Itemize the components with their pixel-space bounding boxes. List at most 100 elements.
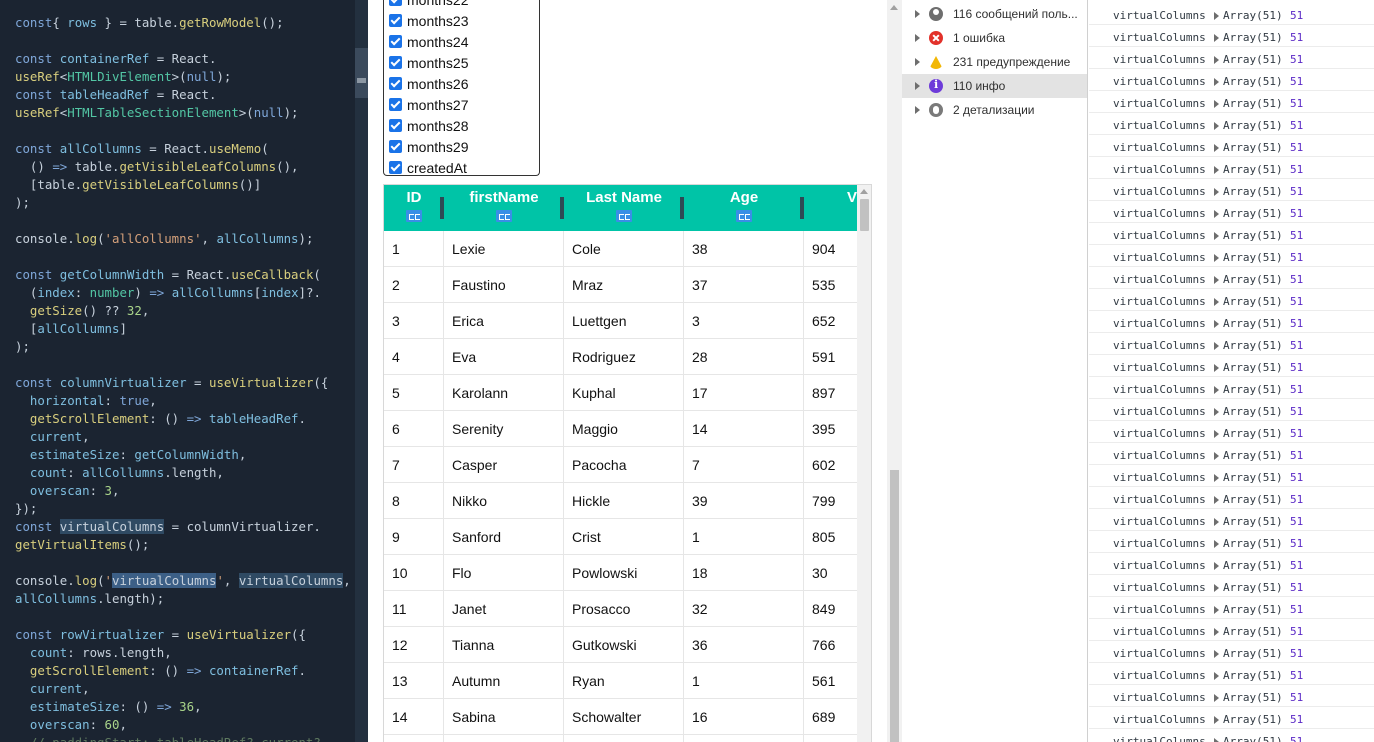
code-editor[interactable]: const{ rows } = table.getRowModel(); cons… [0, 0, 355, 742]
scroll-up-arrow-icon[interactable] [860, 189, 868, 194]
array-preview[interactable]: Array(51) [1223, 75, 1283, 88]
console-message[interactable]: virtualColumns Array(51) 51 [1089, 421, 1374, 443]
expand-arrow-icon[interactable] [915, 10, 920, 18]
expand-arrow-icon[interactable] [1214, 144, 1219, 152]
expand-arrow-icon[interactable] [1214, 518, 1219, 526]
array-preview[interactable]: Array(51) [1223, 691, 1283, 704]
console-message[interactable]: virtualColumns Array(51) 51 [1089, 245, 1374, 267]
array-preview[interactable]: Array(51) [1223, 735, 1283, 742]
code-line[interactable]: getSize() ?? 32, [15, 302, 351, 320]
code-line[interactable]: estimateSize: () => 36, [15, 698, 351, 716]
expand-arrow-icon[interactable] [1214, 122, 1219, 130]
expand-arrow-icon[interactable] [1214, 738, 1219, 742]
code-line[interactable] [15, 554, 351, 572]
expand-arrow-icon[interactable] [1214, 452, 1219, 460]
code-line[interactable]: allCollumns.length); [15, 590, 351, 608]
checkbox[interactable] [389, 98, 402, 111]
expand-arrow-icon[interactable] [1214, 562, 1219, 570]
expand-arrow-icon[interactable] [1214, 100, 1219, 108]
code-line[interactable]: current, [15, 680, 351, 698]
console-message[interactable]: virtualColumns Array(51) 51 [1089, 597, 1374, 619]
column-toggle-months26[interactable]: months26 [389, 73, 468, 94]
editor-scrollbar[interactable] [355, 0, 368, 742]
checkbox[interactable] [389, 0, 402, 6]
array-preview[interactable]: Array(51) [1223, 295, 1283, 308]
code-line[interactable]: getScrollElement: () => tableHeadRef. [15, 410, 351, 428]
expand-arrow-icon[interactable] [1214, 694, 1219, 702]
checkbox[interactable] [389, 119, 402, 132]
console-message[interactable]: virtualColumns Array(51) 51 [1089, 575, 1374, 597]
code-line[interactable]: [table.getVisibleLeafColumns()] [15, 176, 351, 194]
expand-arrow-icon[interactable] [1214, 584, 1219, 592]
expand-arrow-icon[interactable] [1214, 342, 1219, 350]
array-preview[interactable]: Array(51) [1223, 53, 1283, 66]
checkbox[interactable] [389, 14, 402, 27]
array-preview[interactable]: Array(51) [1223, 405, 1283, 418]
sort-icon[interactable] [406, 210, 422, 222]
array-preview[interactable]: Array(51) [1223, 581, 1283, 594]
code-line[interactable]: const containerRef = React. [15, 50, 351, 68]
array-preview[interactable]: Array(51) [1223, 207, 1283, 220]
code-line[interactable]: count: rows.length, [15, 644, 351, 662]
expand-arrow-icon[interactable] [1214, 188, 1219, 196]
console-message[interactable]: virtualColumns Array(51) 51 [1089, 509, 1374, 531]
array-preview[interactable]: Array(51) [1223, 449, 1283, 462]
expand-arrow-icon[interactable] [1214, 254, 1219, 262]
column-toggle-months23[interactable]: months23 [389, 10, 468, 31]
console-message[interactable]: virtualColumns Array(51) 51 [1089, 377, 1374, 399]
console-message[interactable]: virtualColumns Array(51) 51 [1089, 289, 1374, 311]
checkbox[interactable] [389, 140, 402, 153]
column-toggle-months27[interactable]: months27 [389, 94, 468, 115]
code-line[interactable]: const rowVirtualizer = useVirtualizer({ [15, 626, 351, 644]
code-line[interactable] [15, 248, 351, 266]
code-line[interactable]: (index: number) => allCollumns[index]?. [15, 284, 351, 302]
console-message[interactable]: virtualColumns Array(51) 51 [1089, 135, 1374, 157]
data-table[interactable]: ID firstName Last Name Age Vi 1 Lexie Cole 38 90… [383, 184, 872, 742]
console-message[interactable]: virtualColumns Array(51) 51 [1089, 531, 1374, 553]
expand-arrow-icon[interactable] [1214, 628, 1219, 636]
column-header[interactable]: ID [384, 185, 444, 231]
code-line[interactable]: overscan: 3, [15, 482, 351, 500]
expand-arrow-icon[interactable] [915, 58, 920, 66]
array-preview[interactable]: Array(51) [1223, 9, 1283, 22]
array-preview[interactable]: Array(51) [1223, 471, 1283, 484]
column-toggle-months28[interactable]: months28 [389, 115, 468, 136]
console-filter-item[interactable]: 116 сообщений поль... [902, 2, 1087, 26]
console-message[interactable]: virtualColumns Array(51) 51 [1089, 685, 1374, 707]
column-toggle-months24[interactable]: months24 [389, 31, 468, 52]
console-message[interactable]: virtualColumns Array(51) 51 [1089, 707, 1374, 729]
table-scroll-thumb[interactable] [860, 199, 869, 231]
expand-arrow-icon[interactable] [1214, 650, 1219, 658]
array-preview[interactable]: Array(51) [1223, 647, 1283, 660]
console-message[interactable]: virtualColumns Array(51) 51 [1089, 157, 1374, 179]
code-line[interactable]: const{ rows } = table.getRowModel(); [15, 14, 351, 32]
array-preview[interactable]: Array(51) [1223, 361, 1283, 374]
sort-icon[interactable] [736, 210, 752, 222]
array-preview[interactable]: Array(51) [1223, 383, 1283, 396]
column-toggle-months22[interactable]: months22 [389, 0, 468, 10]
console-message[interactable]: virtualColumns Array(51) 51 [1089, 465, 1374, 487]
array-preview[interactable]: Array(51) [1223, 427, 1283, 440]
console-filter-item[interactable]: 110 инфо [902, 74, 1087, 98]
expand-arrow-icon[interactable] [1214, 606, 1219, 614]
expand-arrow-icon[interactable] [1214, 276, 1219, 284]
console-filter-item[interactable]: 2 детализации [902, 98, 1087, 122]
console-message[interactable]: virtualColumns Array(51) 51 [1089, 25, 1374, 47]
code-line[interactable]: count: allCollumns.length, [15, 464, 351, 482]
expand-arrow-icon[interactable] [1214, 320, 1219, 328]
column-header[interactable]: firstName [444, 185, 564, 231]
table-row[interactable]: 12 Tianna Gutkowski 36 766 [384, 627, 871, 663]
expand-arrow-icon[interactable] [1214, 364, 1219, 372]
code-line[interactable]: ); [15, 194, 351, 212]
code-line[interactable]: const allCollumns = React.useMemo( [15, 140, 351, 158]
console-message[interactable]: virtualColumns Array(51) 51 [1089, 47, 1374, 69]
array-preview[interactable]: Array(51) [1223, 185, 1283, 198]
column-header[interactable]: Age [684, 185, 804, 231]
sort-icon[interactable] [496, 210, 512, 222]
expand-arrow-icon[interactable] [1214, 298, 1219, 306]
checkbox[interactable] [389, 35, 402, 48]
expand-arrow-icon[interactable] [915, 82, 920, 90]
array-preview[interactable]: Array(51) [1223, 251, 1283, 264]
expand-arrow-icon[interactable] [1214, 408, 1219, 416]
console-message[interactable]: virtualColumns Array(51) 51 [1089, 267, 1374, 289]
